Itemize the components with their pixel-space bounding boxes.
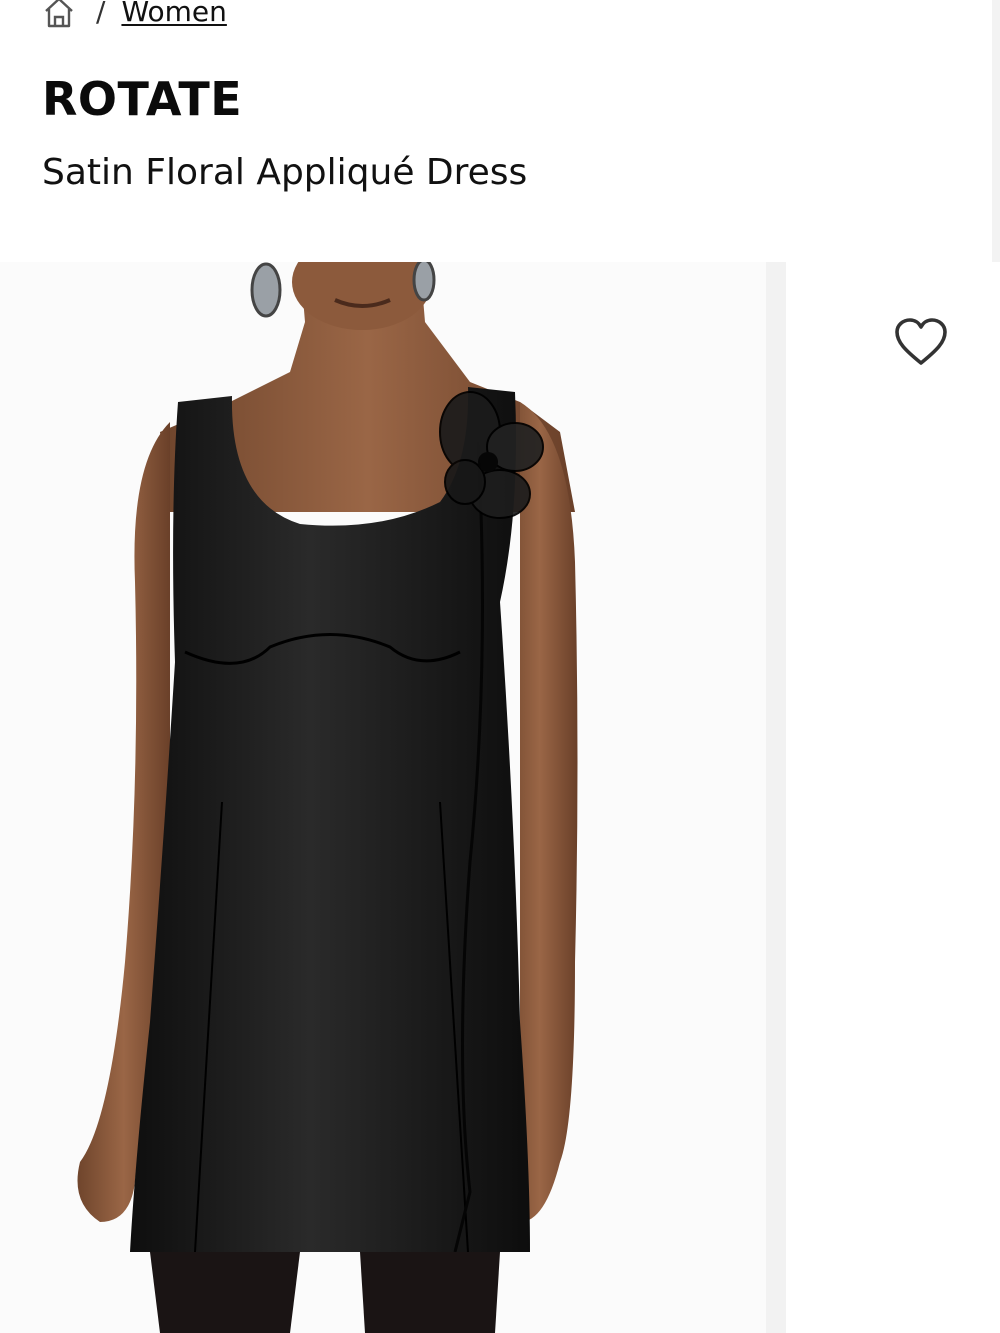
breadcrumb: / Women [42, 0, 227, 32]
home-icon [45, 0, 73, 28]
breadcrumb-link-women[interactable]: Women [121, 0, 226, 26]
breadcrumb-separator: / [96, 0, 106, 28]
dress-model-illustration [77, 262, 578, 1333]
product-image[interactable] [0, 262, 766, 1333]
gallery-divider [766, 262, 786, 1333]
wishlist-button[interactable] [893, 316, 949, 368]
heart-outline-icon [895, 318, 947, 365]
product-title: Satin Floral Appliqué Dress [42, 152, 528, 193]
brand-name[interactable]: ROTATE [42, 72, 242, 126]
product-gallery [0, 262, 1000, 1333]
gallery-side-panel[interactable] [786, 262, 1000, 1333]
breadcrumb-home-link[interactable] [42, 0, 76, 29]
